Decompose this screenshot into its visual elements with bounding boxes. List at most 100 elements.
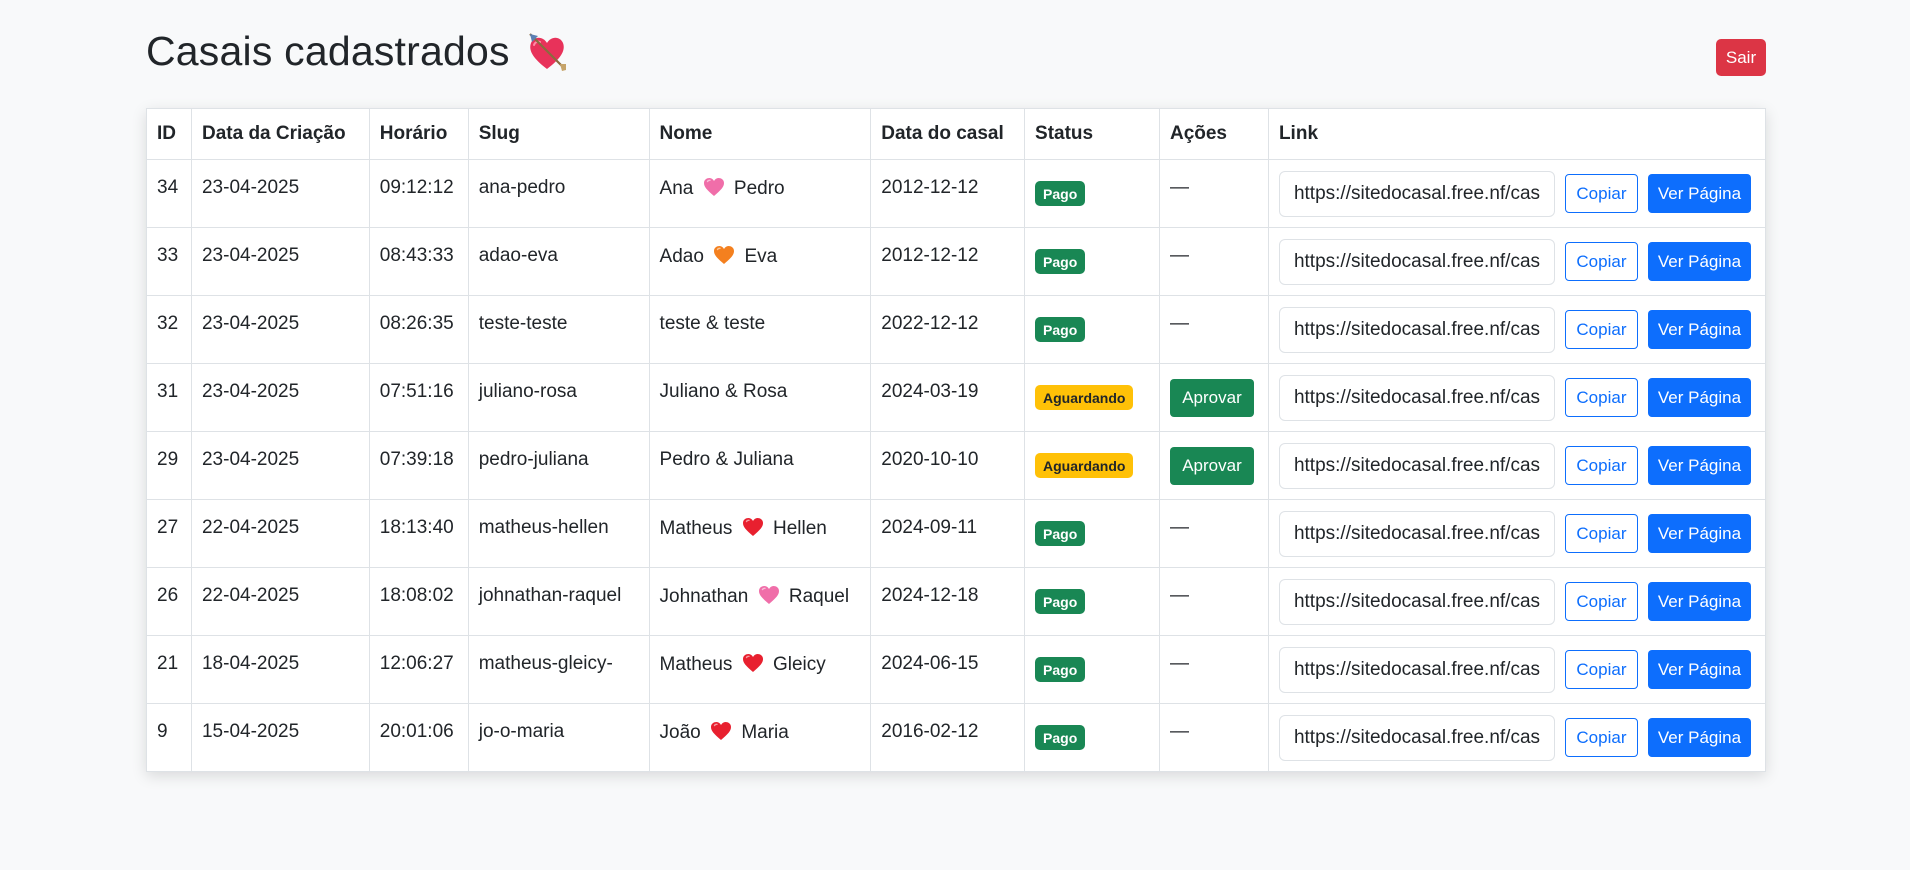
view-page-button[interactable]: Ver Página (1647, 718, 1751, 757)
created-date-cell: 18-04-2025 (190, 635, 370, 704)
link-input[interactable] (1278, 714, 1555, 761)
column-header: Ações (1158, 108, 1269, 160)
slug-cell: adao-eva (467, 227, 650, 296)
copy-button[interactable]: Copiar (1564, 718, 1638, 757)
link-input[interactable] (1278, 306, 1555, 353)
status-cell: Pago (1024, 159, 1160, 228)
partner-right-name: Juliana (733, 449, 794, 470)
name-cell: Ana Pedro (648, 159, 872, 228)
created-date-cell: 15-04-2025 (190, 703, 370, 772)
copy-button[interactable]: Copiar (1564, 242, 1638, 281)
link-input[interactable] (1278, 578, 1555, 625)
copy-button[interactable]: Copiar (1564, 378, 1638, 417)
link-cell: CopiarVer Página (1267, 635, 1767, 704)
status-badge: Pago (1035, 521, 1086, 546)
view-page-button[interactable]: Ver Página (1647, 378, 1751, 417)
couple-date-cell: 2016-02-12 (870, 703, 1026, 772)
view-page-button[interactable]: Ver Página (1647, 310, 1751, 349)
link-controls: CopiarVer Página (1278, 578, 1755, 625)
view-page-button[interactable]: Ver Página (1647, 174, 1751, 213)
time-cell: 07:51:16 (368, 363, 469, 432)
status-cell: Pago (1024, 499, 1160, 568)
pink-heart-icon (703, 178, 724, 196)
orange-heart-icon (714, 246, 735, 264)
status-cell: Pago (1024, 635, 1160, 704)
column-header: Status (1024, 108, 1160, 160)
slug-cell: ana-pedro (467, 159, 650, 228)
partner-left-name: Adao (659, 246, 704, 267)
copy-button[interactable]: Copiar (1564, 650, 1638, 689)
table-row: 34 23-04-2025 09:12:12 ana-pedro Ana Pedro 20… (146, 159, 1767, 228)
status-cell: Aguardando (1024, 363, 1160, 432)
id-cell: 27 (146, 499, 192, 568)
copy-button[interactable]: Copiar (1564, 446, 1638, 485)
table-row: 31 23-04-2025 07:51:16 juliano-rosa Juliano … (146, 363, 1767, 432)
column-header: Nome (648, 108, 872, 160)
view-page-button[interactable]: Ver Página (1647, 446, 1751, 485)
link-input[interactable] (1278, 374, 1555, 421)
couples-table: ID Data da Criação Horário Slug Nome Data do … (146, 108, 1767, 772)
copy-button[interactable]: Copiar (1564, 174, 1638, 213)
copy-button[interactable]: Copiar (1564, 310, 1638, 349)
red-heart-icon (742, 654, 763, 672)
time-cell: 09:12:12 (368, 159, 469, 228)
name-cell: Adao Eva (648, 227, 872, 296)
time-cell: 18:13:40 (368, 499, 469, 568)
link-input[interactable] (1278, 170, 1555, 217)
actions-cell: — (1158, 227, 1269, 296)
approve-button[interactable]: Aprovar (1169, 446, 1254, 485)
status-badge: Pago (1035, 249, 1086, 274)
id-cell: 9 (146, 703, 192, 772)
page-header: Casais cadastrados Sair (146, 0, 1766, 108)
name-cell: Matheus Hellen (648, 499, 872, 568)
couple-date-cell: 2012-12-12 (870, 227, 1026, 296)
created-date-cell: 23-04-2025 (190, 363, 370, 432)
actions-cell: — (1158, 703, 1269, 772)
time-cell: 08:26:35 (368, 295, 469, 364)
id-cell: 32 (146, 295, 192, 364)
table-row: 32 23-04-2025 08:26:35 teste-teste teste & t… (146, 295, 1767, 364)
link-cell: CopiarVer Página (1267, 431, 1767, 500)
approve-button[interactable]: Aprovar (1169, 378, 1254, 417)
created-date-cell: 22-04-2025 (190, 499, 370, 568)
actions-cell: — (1158, 295, 1269, 364)
copy-button[interactable]: Copiar (1564, 582, 1638, 621)
id-cell: 34 (146, 159, 192, 228)
view-page-button[interactable]: Ver Página (1647, 582, 1751, 621)
view-page-button[interactable]: Ver Página (1647, 650, 1751, 689)
slug-cell: matheus-gleicy- (467, 635, 650, 704)
link-input[interactable] (1278, 646, 1555, 693)
link-controls: CopiarVer Página (1278, 714, 1755, 761)
link-cell: CopiarVer Página (1267, 295, 1767, 364)
partner-right-name: teste (723, 313, 766, 334)
couple-date-cell: 2022-12-12 (870, 295, 1026, 364)
link-controls: CopiarVer Página (1278, 646, 1755, 693)
partner-right-name: Hellen (772, 518, 827, 539)
partner-left-name: Ana (659, 178, 694, 199)
table-row: 27 22-04-2025 18:13:40 matheus-hellen Matheu… (146, 499, 1767, 568)
status-cell: Pago (1024, 703, 1160, 772)
partner-right-name: Gleicy (772, 654, 826, 675)
status-badge: Pago (1035, 657, 1086, 682)
link-input[interactable] (1278, 238, 1555, 285)
status-cell: Pago (1024, 567, 1160, 636)
partner-left-name: João (659, 722, 701, 743)
slug-cell: johnathan-raquel (467, 567, 650, 636)
partner-left-name: Juliano (659, 381, 720, 402)
view-page-button[interactable]: Ver Página (1647, 514, 1751, 553)
column-header: ID (146, 108, 192, 160)
view-page-button[interactable]: Ver Página (1647, 242, 1751, 281)
table-row: 33 23-04-2025 08:43:33 adao-eva Adao Eva 2012… (146, 227, 1767, 296)
partner-right-name: Maria (741, 722, 789, 743)
created-date-cell: 23-04-2025 (190, 227, 370, 296)
name-cell: João Maria (648, 703, 872, 772)
copy-button[interactable]: Copiar (1564, 514, 1638, 553)
status-badge: Pago (1035, 181, 1086, 206)
link-input[interactable] (1278, 510, 1555, 557)
link-input[interactable] (1278, 442, 1555, 489)
column-header: Data do casal (870, 108, 1026, 160)
column-header: Data da Criação (190, 108, 370, 160)
logout-button[interactable]: Sair (1716, 39, 1766, 76)
partner-left-name: Matheus (659, 654, 733, 675)
partner-left-name: Johnathan (659, 586, 749, 607)
